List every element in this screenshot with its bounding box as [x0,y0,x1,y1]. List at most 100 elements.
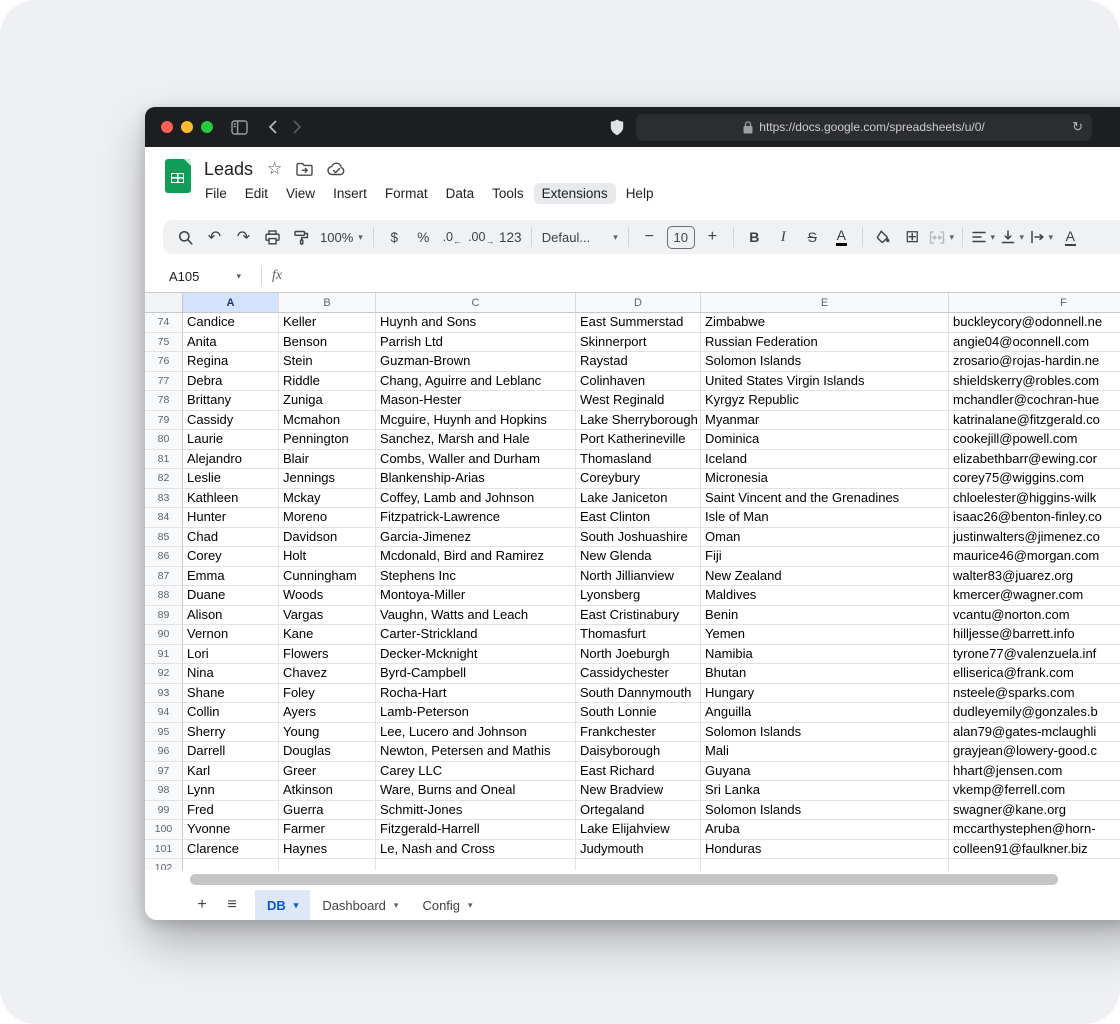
cell[interactable]: Ortegaland [576,801,701,821]
close-button[interactable] [161,121,173,133]
cell[interactable]: Guyana [701,762,949,782]
cell[interactable]: Alejandro [183,450,279,470]
cell[interactable]: Chang, Aguirre and Leblanc [376,372,576,392]
cell[interactable]: Raystad [576,352,701,372]
cell[interactable]: Iceland [701,450,949,470]
cell[interactable]: New Glenda [576,547,701,567]
row-header-100[interactable]: 100 [145,820,183,840]
cell[interactable]: Corey [183,547,279,567]
row-header-99[interactable]: 99 [145,801,183,821]
cell[interactable]: Atkinson [279,781,376,801]
cell[interactable]: Carter-Strickland [376,625,576,645]
cell[interactable]: Guerra [279,801,376,821]
cell[interactable]: Byrd-Campbell [376,664,576,684]
row-header-97[interactable]: 97 [145,762,183,782]
cell[interactable]: Duane [183,586,279,606]
cell[interactable]: dudleyemily@gonzales.b [949,703,1120,723]
cloud-save-status-icon[interactable] [327,162,346,176]
cell[interactable]: Alison [183,606,279,626]
cell[interactable]: Carey LLC [376,762,576,782]
cell[interactable]: Thomasfurt [576,625,701,645]
paint-format-button[interactable] [287,223,316,251]
cell[interactable]: corey75@wiggins.com [949,469,1120,489]
sheet-tab-config[interactable]: Config [410,890,484,920]
sheet-tab-db[interactable]: DB [255,890,310,920]
cell[interactable]: Shane [183,684,279,704]
cell[interactable]: Benin [701,606,949,626]
cell[interactable]: Bhutan [701,664,949,684]
cell[interactable]: mchandler@cochran-hue [949,391,1120,411]
cell[interactable]: maurice46@morgan.com [949,547,1120,567]
cell[interactable]: North Joeburgh [576,645,701,665]
cell[interactable]: justinwalters@jimenez.co [949,528,1120,548]
cell[interactable]: Schmitt-Jones [376,801,576,821]
search-icon[interactable] [171,223,200,251]
cell[interactable]: Emma [183,567,279,587]
cell[interactable]: Chavez [279,664,376,684]
cell[interactable]: Dominica [701,430,949,450]
cell[interactable]: Mali [701,742,949,762]
cell[interactable]: swagner@kane.org [949,801,1120,821]
cell[interactable]: Chad [183,528,279,548]
cell[interactable]: Aruba [701,820,949,840]
cell[interactable]: Karl [183,762,279,782]
borders-button[interactable]: ⊞ [898,223,927,251]
cell[interactable]: Yvonne [183,820,279,840]
horizontal-scrollbar-thumb[interactable] [190,874,1058,885]
cell[interactable]: Vargas [279,606,376,626]
cell[interactable]: Haynes [279,840,376,860]
decrease-decimal-button[interactable]: .0← [438,223,467,251]
cell[interactable]: Ayers [279,703,376,723]
cell[interactable]: Micronesia [701,469,949,489]
all-sheets-button[interactable]: ≡ [217,890,247,920]
cell[interactable]: Yemen [701,625,949,645]
column-header-F[interactable]: F [949,293,1120,313]
vertical-align-button[interactable] [998,223,1027,251]
menu-tools[interactable]: Tools [484,183,532,204]
cell[interactable]: Vaughn, Watts and Leach [376,606,576,626]
document-title[interactable]: Leads [204,159,253,180]
cell[interactable]: Maldives [701,586,949,606]
cell[interactable]: Solomon Islands [701,801,949,821]
sidebar-toggle-icon[interactable] [231,120,248,135]
menu-data[interactable]: Data [438,183,483,204]
cell[interactable]: Cassidy [183,411,279,431]
increase-font-size-button[interactable]: + [698,223,727,251]
cell[interactable]: Rocha-Hart [376,684,576,704]
cell[interactable]: Skinnerport [576,333,701,353]
cell[interactable]: Coreybury [576,469,701,489]
fill-color-button[interactable] [869,223,898,251]
move-to-folder-icon[interactable] [296,162,313,176]
cell[interactable]: Saint Vincent and the Grenadines [701,489,949,509]
row-header-89[interactable]: 89 [145,606,183,626]
cell[interactable]: shieldskerry@robles.com [949,372,1120,392]
column-header-A[interactable]: A [183,293,279,313]
cell[interactable]: Honduras [701,840,949,860]
row-header-96[interactable]: 96 [145,742,183,762]
row-header-74[interactable]: 74 [145,313,183,333]
address-bar[interactable]: https://docs.google.com/spreadsheets/u/0… [636,114,1092,141]
font-size-input[interactable]: 10 [667,226,695,249]
print-button[interactable] [258,223,287,251]
row-header-95[interactable]: 95 [145,723,183,743]
row-header-94[interactable]: 94 [145,703,183,723]
menu-edit[interactable]: Edit [237,183,276,204]
column-header-B[interactable]: B [279,293,376,313]
row-header-102[interactable]: 102 [145,859,183,870]
column-header-E[interactable]: E [701,293,949,313]
column-header-C[interactable]: C [376,293,576,313]
row-header-91[interactable]: 91 [145,645,183,665]
row-header-87[interactable]: 87 [145,567,183,587]
row-header-80[interactable]: 80 [145,430,183,450]
undo-button[interactable]: ↶ [200,223,229,251]
horizontal-scrollbar-track[interactable] [145,870,1120,890]
menu-help[interactable]: Help [618,183,662,204]
redo-button[interactable]: ↷ [229,223,258,251]
privacy-shield-icon[interactable] [610,119,624,136]
row-header-78[interactable]: 78 [145,391,183,411]
cell[interactable]: East Clinton [576,508,701,528]
reload-icon[interactable]: ↻ [1072,114,1083,141]
format-currency-button[interactable]: $ [380,223,409,251]
cell[interactable]: Riddle [279,372,376,392]
row-header-85[interactable]: 85 [145,528,183,548]
